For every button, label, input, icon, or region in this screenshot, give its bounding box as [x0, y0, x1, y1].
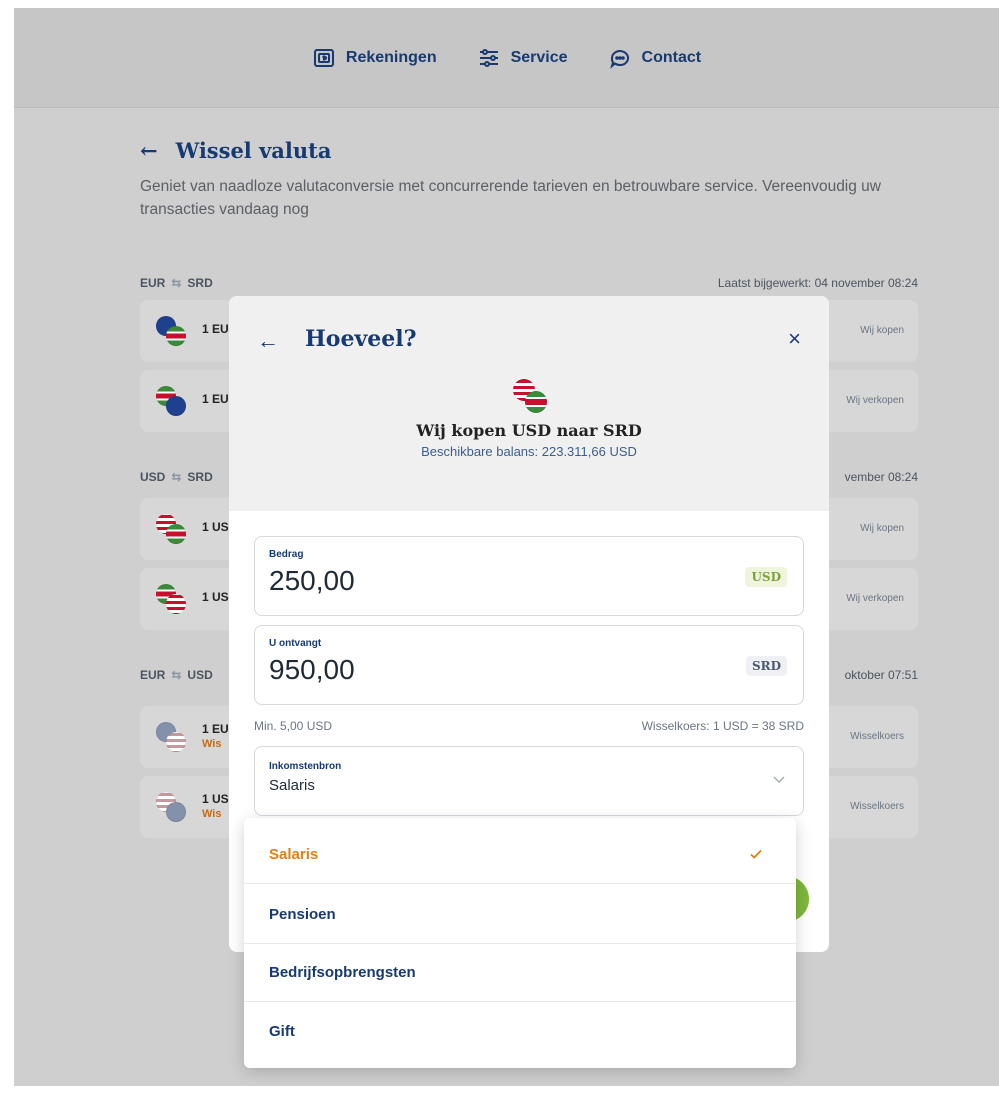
rate-action[interactable]: Wij kopen	[860, 325, 904, 336]
option-label: Bedrijfsopbrengsten	[269, 964, 416, 981]
amount-hints: Min. 5,00 USD Wisselkoers: 1 USD = 38 SR…	[254, 719, 804, 733]
rate-action[interactable]: Wij kopen	[860, 523, 904, 534]
pair-from: EUR	[140, 276, 166, 290]
usd-srd-flag-icon	[513, 379, 549, 415]
amount-input[interactable]: 250,00	[269, 565, 689, 597]
sliders-icon	[479, 48, 498, 67]
nav-contact[interactable]: Contact	[608, 46, 702, 70]
pair-label: EUR ⇆ USD	[140, 668, 213, 682]
receive-field[interactable]: U ontvangt 950,00 SRD	[254, 625, 804, 705]
rate-label: 1 EU	[202, 322, 229, 336]
usd-srd-flag-icon	[156, 514, 186, 544]
close-icon[interactable]: ×	[788, 326, 801, 352]
dropdown-option-salaris[interactable]: Salaris	[244, 826, 796, 884]
rate-action[interactable]: Wij verkopen	[846, 395, 904, 406]
nav-rekeningen-label: Rekeningen	[345, 48, 437, 66]
rate-action[interactable]: Wij verkopen	[846, 593, 904, 604]
exchange-arrows-icon: ⇆	[171, 668, 182, 682]
pair-to: SRD	[187, 276, 213, 290]
rate-action[interactable]: Wisselkoers	[850, 801, 904, 812]
rate-label: 1 US	[202, 520, 229, 534]
rate-label: 1 US	[202, 590, 229, 604]
minimum-amount: Min. 5,00 USD	[254, 719, 333, 733]
wallet-icon	[313, 48, 334, 67]
pair-to: SRD	[187, 470, 213, 484]
page-description: Geniet van naadloze valutaconversie met …	[140, 178, 881, 218]
last-updated: vember 08:24	[844, 470, 918, 484]
currency-badge-srd: SRD	[745, 656, 787, 676]
page-header: ← Wissel valuta Geniet van naadloze valu…	[140, 138, 920, 221]
eur-usd-flag-icon	[156, 722, 186, 752]
nav-contact-label: Contact	[641, 48, 702, 66]
back-arrow-icon[interactable]: ←	[140, 138, 158, 163]
chat-icon	[609, 49, 629, 69]
receive-input[interactable]: 950,00	[269, 654, 689, 686]
pair-label: USD ⇆ SRD	[140, 470, 213, 484]
check-icon	[750, 849, 762, 859]
srd-usd-flag-icon	[156, 584, 186, 614]
dropdown-option-bedrijfsopbrengsten[interactable]: Bedrijfsopbrengsten	[244, 944, 796, 1002]
option-label: Salaris	[269, 846, 319, 863]
last-updated: Laatst bijgewerkt: 04 november 08:24	[717, 276, 918, 290]
dropdown-option-pensioen[interactable]: Pensioen	[244, 886, 796, 944]
option-label: Pensioen	[269, 906, 336, 923]
income-source-select[interactable]: Inkomstenbron Salaris	[254, 746, 804, 816]
income-source-label: Inkomstenbron	[269, 761, 342, 772]
exchange-rate: Wisselkoers: 1 USD = 38 SRD	[641, 719, 804, 733]
dropdown-option-gift[interactable]: Gift	[244, 1002, 796, 1060]
rate-label: 1 EU	[202, 722, 229, 736]
chevron-down-icon	[773, 776, 785, 783]
exchange-arrows-icon: ⇆	[171, 276, 182, 290]
available-balance: Beschikbare balans: 223.311,66 USD	[421, 444, 637, 459]
usd-eur-flag-icon	[156, 792, 186, 822]
top-navigation: Rekeningen Service Contact	[14, 8, 999, 108]
last-updated: oktober 07:51	[844, 668, 918, 682]
income-source-dropdown: Salaris Pensioen Bedrijfsopbrengsten Gif…	[244, 818, 796, 1068]
income-source-value: Salaris	[269, 777, 315, 794]
currency-badge-usd: USD	[745, 567, 787, 587]
nav-service[interactable]: Service	[477, 46, 568, 70]
modal-back-icon[interactable]: ←	[257, 328, 279, 354]
rate-label: 1 US	[202, 792, 229, 806]
page-title-text: Wissel valuta	[175, 138, 332, 163]
modal-title: Hoeveel?	[305, 326, 417, 352]
rate-group-header: EUR ⇆ SRD Laatst bijgewerkt: 04 november…	[140, 276, 918, 290]
rate-action[interactable]: Wisselkoers	[850, 731, 904, 742]
rate-sublabel: Wis	[202, 808, 222, 820]
modal-header: ← Hoeveel? × Wij kopen USD naar SRD Besc…	[229, 296, 829, 511]
srd-eur-flag-icon	[156, 386, 186, 416]
rate-sublabel: Wis	[202, 738, 222, 750]
amount-label: Bedrag	[269, 549, 304, 560]
eur-srd-flag-icon	[156, 316, 186, 346]
amount-field[interactable]: Bedrag 250,00 USD	[254, 536, 804, 616]
pair-label: EUR ⇆ SRD	[140, 276, 213, 290]
nav-service-label: Service	[510, 48, 568, 66]
pair-from: EUR	[140, 668, 166, 682]
modal-subtitle: Wij kopen USD naar SRD	[416, 421, 642, 440]
page-title: ← Wissel valuta	[140, 138, 920, 163]
receive-label: U ontvangt	[269, 638, 322, 649]
rate-label: 1 EU	[202, 392, 229, 406]
nav-rekeningen[interactable]: Rekeningen	[312, 46, 437, 70]
exchange-arrows-icon: ⇆	[171, 470, 182, 484]
pair-from: USD	[140, 470, 166, 484]
option-label: Gift	[269, 1022, 295, 1040]
pair-to: USD	[187, 668, 213, 682]
